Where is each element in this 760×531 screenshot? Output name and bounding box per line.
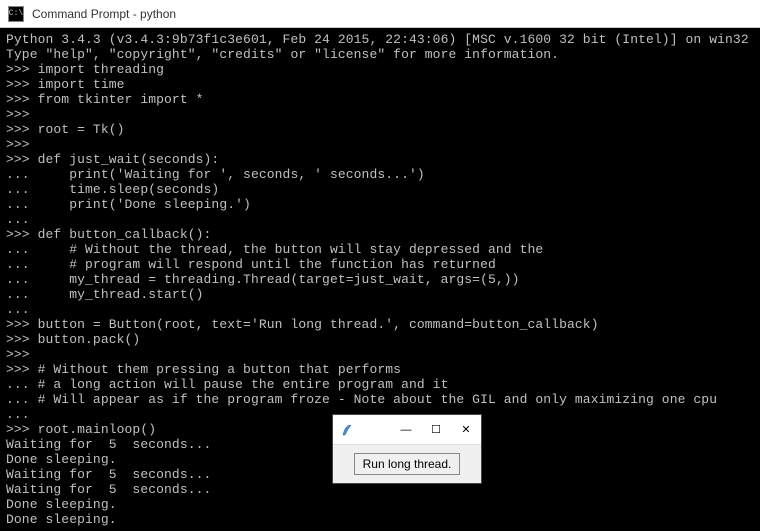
cmd-icon-text: C:\ bbox=[9, 9, 23, 18]
cmd-prompt-icon: C:\ bbox=[8, 6, 24, 22]
titlebar: C:\ Command Prompt - python bbox=[0, 0, 760, 28]
run-long-thread-button[interactable]: Run long thread. bbox=[354, 453, 461, 475]
close-button[interactable]: ✕ bbox=[451, 415, 481, 444]
tk-feather-icon bbox=[339, 422, 355, 438]
minimize-button[interactable]: — bbox=[391, 415, 421, 444]
window-title: Command Prompt - python bbox=[32, 7, 176, 21]
tkinter-window: — ☐ ✕ Run long thread. bbox=[332, 414, 482, 484]
tkinter-titlebar[interactable]: — ☐ ✕ bbox=[333, 415, 481, 445]
tkinter-body: Run long thread. bbox=[333, 445, 481, 483]
maximize-button[interactable]: ☐ bbox=[421, 415, 451, 444]
